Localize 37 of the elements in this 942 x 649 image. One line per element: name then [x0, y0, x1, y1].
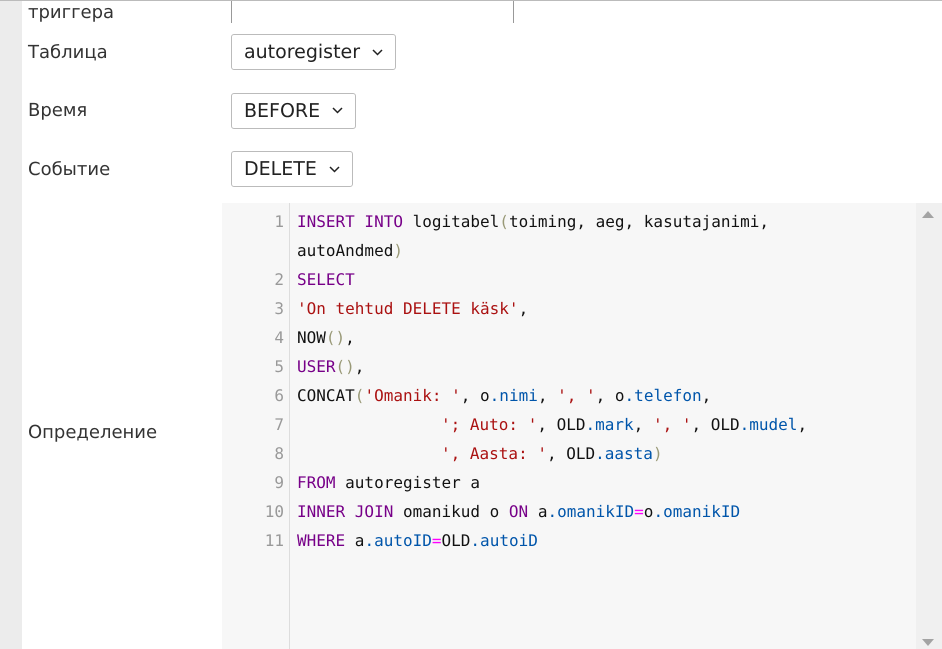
code-line: '; Auto: ', OLD.mark, ', ', OLD.mudel, [440, 414, 808, 436]
code-line: CONCAT('Omanik: ', o.nimi, ', ', o.telefon, [296, 385, 712, 407]
code-line: INNER JOIN omanikud o ON a.omanikID=o.omanikID [296, 501, 742, 523]
dropdown[interactable]: autoregister [231, 34, 396, 70]
dropdown[interactable]: DELETE [231, 151, 353, 188]
code-line: 'On tehtud DELETE käsk', [296, 298, 530, 320]
line-number: 9 [273, 472, 285, 494]
line-number: 6 [273, 385, 285, 407]
input-field[interactable] [231, 1, 514, 23]
code-line: SELECT [296, 269, 356, 291]
line-number: 3 [273, 298, 285, 320]
line-number: 5 [273, 356, 285, 378]
line-number: 8 [273, 443, 285, 465]
line-number: 7 [273, 414, 285, 436]
chevron-down-icon [372, 48, 384, 56]
scroll-up-icon[interactable] [922, 211, 934, 218]
line-number: 10 [264, 501, 285, 523]
line-number: 1 [273, 211, 285, 233]
field-label: триггера [28, 2, 116, 23]
code-editor[interactable] [222, 202, 942, 649]
code-line: USER(), [296, 356, 366, 378]
field-label: Время [28, 99, 88, 124]
field-label: Таблица [28, 40, 109, 65]
code-line: ', Aasta: ', OLD.aasta) [440, 443, 664, 465]
code-line: INSERT INTO logitabel(toiming, aeg, kasutajanimi, autoAndmed) [296, 211, 770, 262]
dropdown[interactable]: BEFORE [231, 92, 356, 129]
field-label: Событие [28, 158, 112, 182]
chevron-down-icon [328, 166, 340, 173]
line-number: 4 [273, 327, 285, 349]
field-label: Определение [28, 421, 158, 445]
line-number: 11 [264, 530, 285, 552]
code-line: NOW(), [296, 327, 356, 349]
code-line: FROM autoregister a [296, 472, 482, 494]
scroll-down-icon[interactable] [922, 639, 934, 646]
code-line: WHERE a.autoID=OLD.autoiD [296, 530, 539, 552]
line-number: 2 [273, 269, 285, 291]
chevron-down-icon [332, 107, 344, 114]
